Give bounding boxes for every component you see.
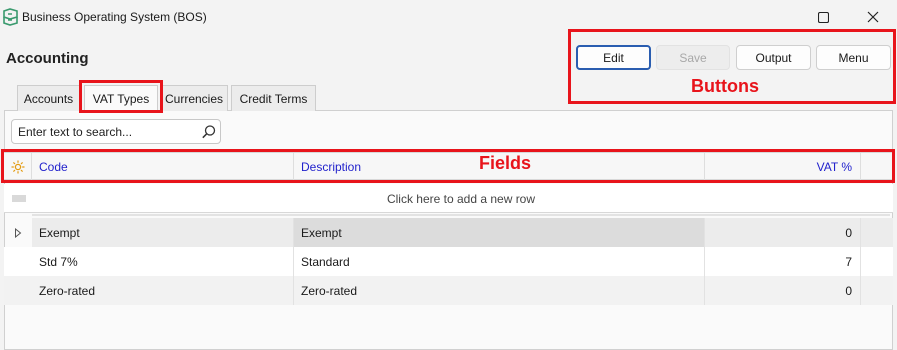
cell-code[interactable]: Exempt [32,218,294,247]
new-row[interactable]: Click here to add a new row [4,184,893,213]
search-icon[interactable] [201,124,217,140]
cell-description[interactable]: Exempt [294,218,705,247]
tab-credit-terms[interactable]: Credit Terms [231,85,316,111]
cell-description[interactable]: Standard [294,247,705,276]
search-box [11,119,221,144]
search-input[interactable] [18,124,198,140]
row-selector[interactable] [4,276,32,305]
cell-code[interactable]: Std 7% [32,247,294,276]
cell-filler [861,247,893,276]
close-icon [867,11,879,23]
bos-logo-icon [3,8,18,26]
cell-vat-percent[interactable]: 7 [705,247,861,276]
tab-currencies[interactable]: Currencies [160,85,228,111]
divider [32,214,890,216]
row-pointer-icon [15,227,22,238]
annotation-box-fields [1,149,895,183]
row-selector[interactable] [4,218,32,247]
new-row-indicator-icon [12,195,26,202]
new-row-prompt[interactable]: Click here to add a new row [32,184,890,213]
cell-vat-percent[interactable]: 0 [705,276,861,305]
tab-accounts[interactable]: Accounts [17,85,80,111]
cell-filler [861,276,893,305]
table-row[interactable]: Std 7% Standard 7 [4,247,893,276]
row-selector[interactable] [4,247,32,276]
annotation-label-fields: Fields [479,153,532,173]
window-title: Business Operating System (BOS) [22,10,207,24]
annotation-label-buttons: Buttons [691,76,759,96]
annotation-box-vat-tab [79,80,163,113]
cell-description[interactable]: Zero-rated [294,276,705,305]
cell-filler [861,218,893,247]
table-row[interactable]: Exempt Exempt 0 [4,218,893,247]
maximize-icon [817,11,829,23]
cell-vat-percent[interactable]: 0 [705,218,861,247]
table-row[interactable]: Zero-rated Zero-rated 0 [4,276,893,305]
cell-code[interactable]: Zero-rated [32,276,294,305]
page-title: Accounting [6,50,89,67]
